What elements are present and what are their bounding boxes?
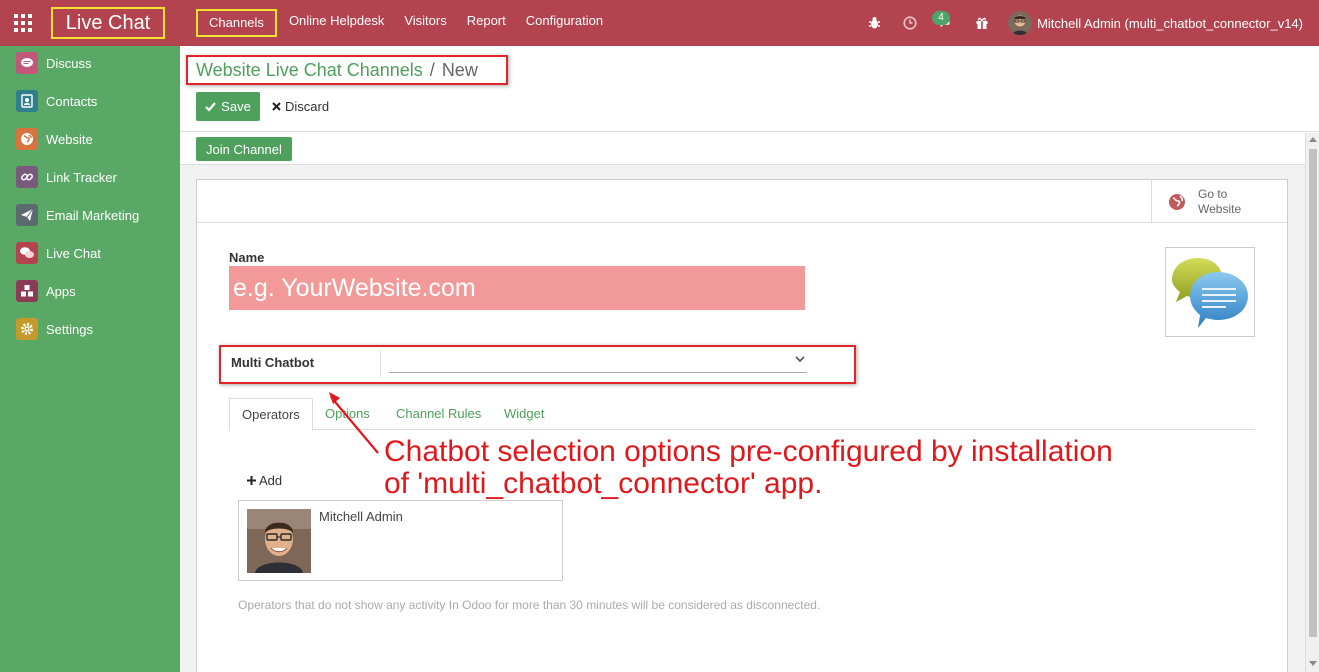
breadcrumb-current: New — [441, 59, 478, 80]
control-panel: Website Live Chat Channels / New Save Di… — [180, 46, 1319, 132]
apps-cubes-icon — [16, 280, 38, 302]
tab-options[interactable]: Options — [325, 398, 370, 430]
go-to-label: Go to — [1198, 186, 1228, 201]
sidebar-item-label: Link Tracker — [46, 169, 117, 185]
sidebar-item-settings[interactable]: Settings — [16, 317, 93, 341]
operator-name: Mitchell Admin — [319, 509, 403, 524]
menu-channels[interactable]: Channels — [196, 9, 277, 37]
close-icon — [272, 102, 281, 111]
main-menu: Channels Online Helpdesk Visitors Report… — [196, 0, 615, 46]
menu-online-helpdesk[interactable]: Online Helpdesk — [281, 9, 392, 37]
sidebar-item-link-tracker[interactable]: Link Tracker — [16, 165, 117, 189]
tab-operators[interactable]: Operators — [229, 398, 313, 431]
email-marketing-icon — [16, 204, 38, 226]
systray: Mitchell Admin (multi_chatbot_connector_… — [856, 0, 1319, 46]
join-channel-button[interactable]: Join Channel — [196, 137, 292, 161]
live-chat-icon — [16, 242, 38, 264]
add-label: Add — [259, 473, 283, 488]
tab-channel-rules[interactable]: Channel Rules — [396, 398, 481, 430]
sidebar-item-label: Live Chat — [46, 245, 101, 261]
operator-card[interactable]: Mitchell Admin — [238, 500, 563, 581]
sidebar: Discuss Contacts Website Link Tracker Em… — [0, 46, 180, 672]
bug-icon[interactable] — [867, 16, 881, 30]
breadcrumb: Website Live Chat Channels / New — [186, 55, 508, 85]
sidebar-item-email-marketing[interactable]: Email Marketing — [16, 203, 139, 227]
sidebar-item-discuss[interactable]: Discuss — [16, 51, 92, 75]
sidebar-item-apps[interactable]: Apps — [16, 279, 76, 303]
app-title[interactable]: Live Chat — [51, 7, 165, 39]
scroll-up-arrow-icon[interactable] — [1309, 137, 1317, 142]
website-label: Website — [1198, 201, 1242, 216]
website-icon — [16, 128, 38, 150]
check-icon — [205, 101, 217, 112]
form-sheet: Go to Website Name e.g. YourWebsite.com — [196, 179, 1288, 672]
name-label: Name — [229, 250, 265, 265]
chevron-down-icon[interactable] — [795, 356, 805, 363]
form-statusbar: Join Channel — [180, 133, 1305, 165]
globe-icon — [1169, 193, 1185, 210]
sidebar-item-label: Discuss — [46, 55, 92, 71]
chat-bubbles-icon — [1172, 258, 1248, 328]
discuss-icon — [16, 52, 38, 74]
channel-image[interactable] — [1165, 247, 1255, 337]
field-divider — [380, 351, 381, 377]
breadcrumb-separator: / — [429, 59, 435, 80]
smart-button-box: Go to Website — [197, 180, 1287, 223]
activity-clock-icon[interactable] — [903, 16, 917, 30]
vertical-scrollbar[interactable] — [1305, 133, 1319, 672]
annotation-text: Chatbot selection options pre-configured… — [384, 436, 1113, 500]
tab-widget[interactable]: Widget — [504, 398, 544, 430]
annotation-line-2: of 'multi_chatbot_connector' app. — [384, 467, 823, 500]
annotation-line-1: Chatbot selection options pre-configured… — [384, 435, 1113, 468]
multi-chatbot-field-highlight: Multi Chatbot — [219, 345, 856, 384]
contacts-icon — [16, 90, 38, 112]
breadcrumb-parent-link[interactable]: Website Live Chat Channels — [196, 60, 423, 81]
user-avatar — [1008, 11, 1033, 35]
name-input[interactable]: e.g. YourWebsite.com — [229, 266, 805, 310]
app-switcher-icon[interactable] — [14, 14, 32, 32]
notebook-tabs: Operators Options Channel Rules Widget — [229, 398, 1255, 431]
menu-report[interactable]: Report — [459, 9, 514, 37]
multi-chatbot-label: Multi Chatbot — [231, 355, 315, 370]
save-button[interactable]: Save — [196, 92, 260, 121]
form-scroll-area: Join Channel Go to Website Name e.g. You… — [180, 133, 1319, 672]
scroll-thumb[interactable] — [1309, 149, 1317, 637]
messages-count-badge: 4 — [932, 11, 950, 25]
add-operator-button[interactable]: Add — [247, 473, 282, 488]
sidebar-item-label: Settings — [46, 321, 93, 337]
menu-visitors[interactable]: Visitors — [396, 9, 454, 37]
link-icon — [16, 166, 38, 188]
sidebar-item-live-chat[interactable]: Live Chat — [16, 241, 101, 265]
save-label: Save — [221, 99, 251, 114]
operators-help-text: Operators that do not show any activity … — [238, 598, 821, 612]
multi-chatbot-select[interactable] — [389, 353, 807, 373]
menu-configuration[interactable]: Configuration — [518, 9, 611, 37]
operator-avatar — [247, 509, 311, 573]
top-navbar: Live Chat Channels Online Helpdesk Visit… — [0, 0, 1319, 46]
discard-button[interactable]: Discard — [272, 92, 329, 121]
scroll-down-arrow-icon[interactable] — [1309, 661, 1317, 666]
sidebar-item-label: Apps — [46, 283, 76, 299]
main-content: Website Live Chat Channels / New Save Di… — [180, 46, 1319, 672]
sidebar-item-label: Contacts — [46, 93, 98, 109]
sidebar-item-label: Website — [46, 131, 93, 147]
gift-icon[interactable] — [975, 16, 989, 30]
discard-label: Discard — [285, 99, 330, 114]
sidebar-item-contacts[interactable]: Contacts — [16, 89, 97, 113]
plus-icon — [247, 476, 256, 485]
user-menu[interactable]: Mitchell Admin (multi_chatbot_connector_… — [1008, 11, 1303, 35]
settings-icon — [16, 318, 38, 340]
go-to-website-button[interactable]: Go to Website — [1151, 180, 1287, 223]
sidebar-item-website[interactable]: Website — [16, 127, 93, 151]
sidebar-item-label: Email Marketing — [46, 207, 140, 223]
user-name: Mitchell Admin (multi_chatbot_connector_… — [1037, 15, 1303, 31]
